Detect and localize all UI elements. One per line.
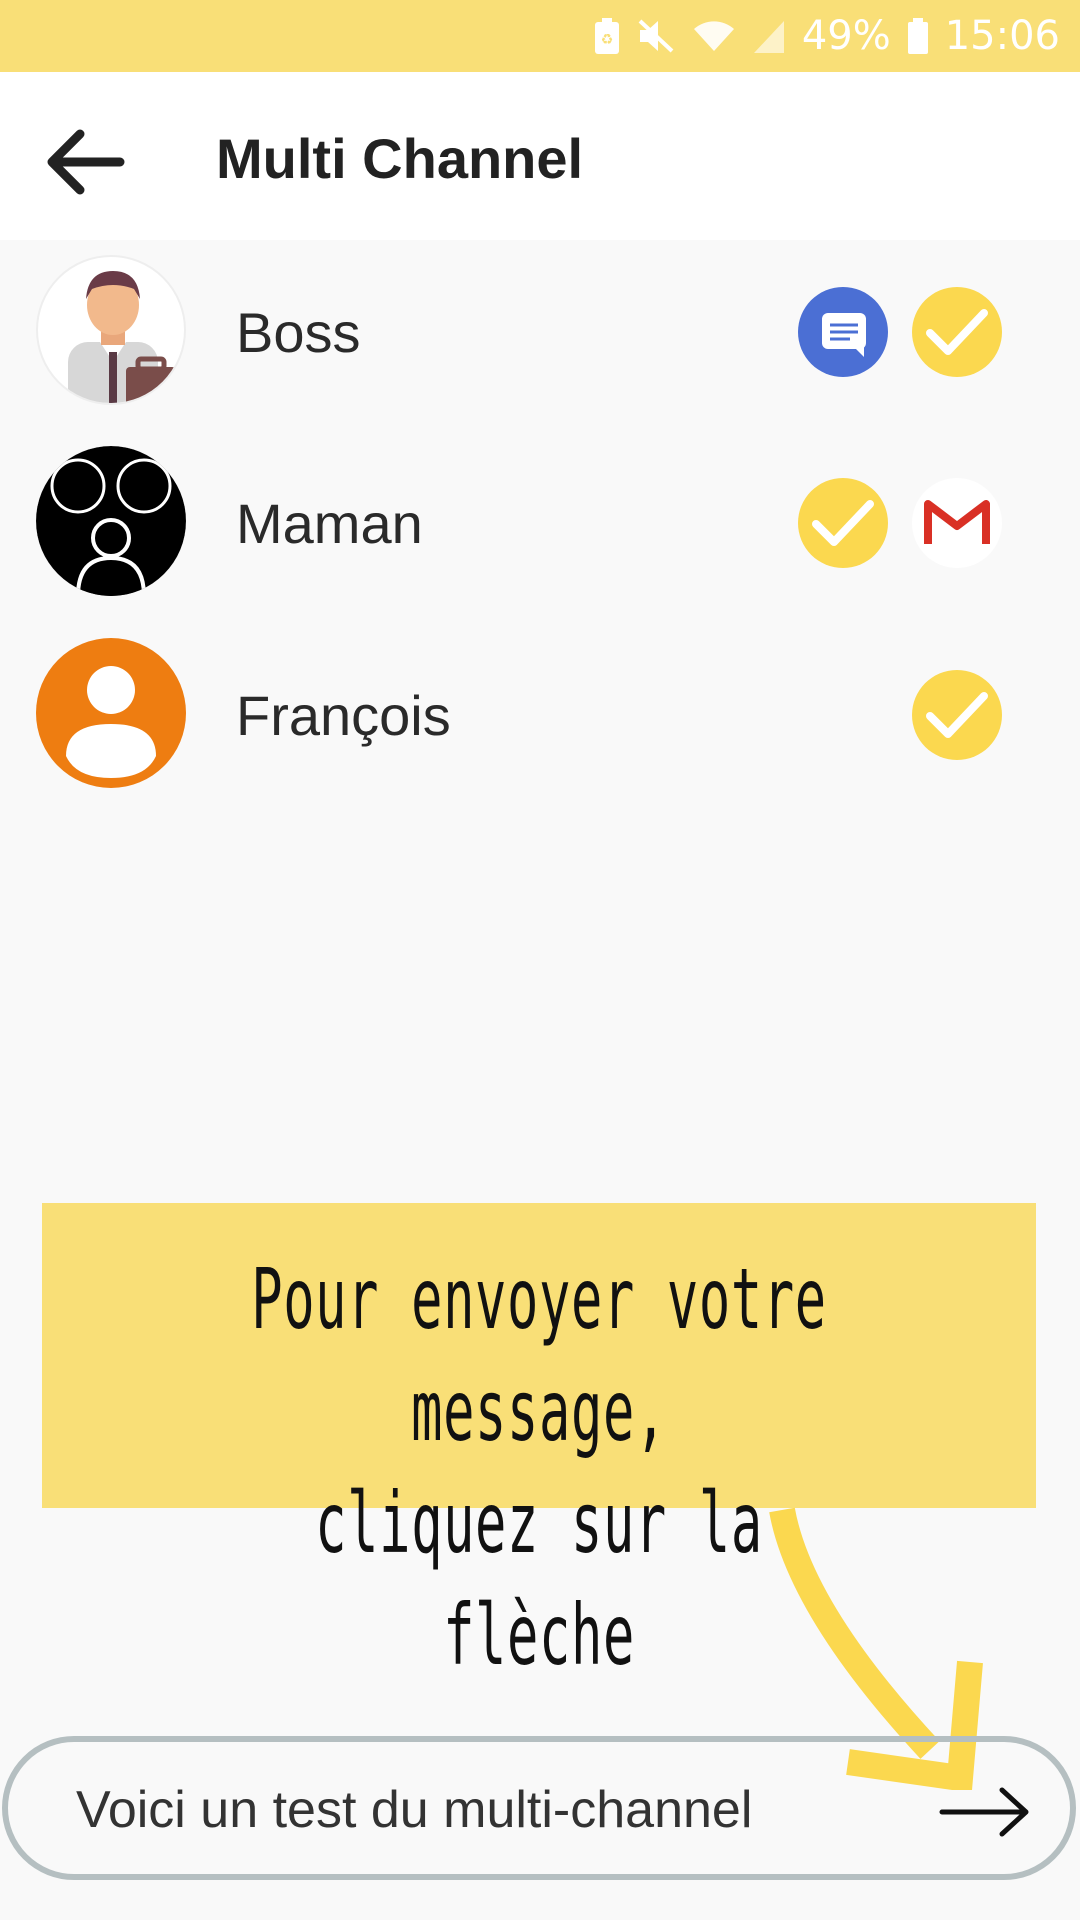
gmail-channel-button[interactable] — [912, 478, 1002, 568]
sms-channel-button[interactable] — [798, 287, 888, 377]
send-button[interactable] — [936, 1782, 1036, 1842]
app-bar: Multi Channel — [0, 72, 1080, 240]
clock: 15:06 — [944, 13, 1060, 59]
battery-saver-icon: ♻ — [594, 17, 620, 55]
status-bar: ♻ 49% 15:06 — [0, 0, 1080, 72]
check-icon — [926, 692, 988, 738]
check-toggle[interactable] — [798, 478, 888, 568]
wifi-icon — [692, 17, 736, 55]
contact-row-boss[interactable]: Boss — [0, 245, 1080, 415]
family-avatar — [36, 446, 186, 596]
back-button[interactable] — [40, 122, 130, 202]
gmail-icon — [924, 500, 990, 544]
contact-name: François — [236, 684, 451, 747]
page-title: Multi Channel — [216, 127, 584, 190]
contact-name: Maman — [236, 492, 423, 555]
callout-text: Pour envoyer votre message, cliquez sur … — [231, 1243, 847, 1691]
contact-row-maman[interactable]: Maman — [0, 436, 1080, 606]
message-input[interactable] — [76, 1780, 896, 1840]
contact-row-francois[interactable]: François — [0, 628, 1080, 798]
contact-name: Boss — [236, 301, 361, 364]
callout-line-2: cliquez sur la flèche — [315, 1474, 763, 1684]
check-toggle[interactable] — [912, 287, 1002, 377]
check-icon — [926, 309, 988, 355]
check-toggle[interactable] — [912, 670, 1002, 760]
svg-text:♻: ♻ — [601, 32, 614, 48]
battery-percent: 49% — [801, 13, 891, 59]
arrow-back-icon — [47, 129, 125, 195]
message-composer — [2, 1736, 1076, 1880]
signal-icon — [752, 17, 786, 55]
businessman-avatar — [36, 255, 186, 405]
person-avatar — [36, 638, 186, 788]
battery-icon — [907, 17, 929, 55]
sms-icon — [822, 313, 866, 357]
callout-line-1: Pour envoyer votre message, — [251, 1250, 827, 1460]
arrow-forward-icon — [939, 1787, 1029, 1837]
tutorial-callout: Pour envoyer votre message, cliquez sur … — [42, 1203, 1036, 1684]
mute-icon — [636, 17, 676, 55]
check-icon — [812, 500, 874, 546]
